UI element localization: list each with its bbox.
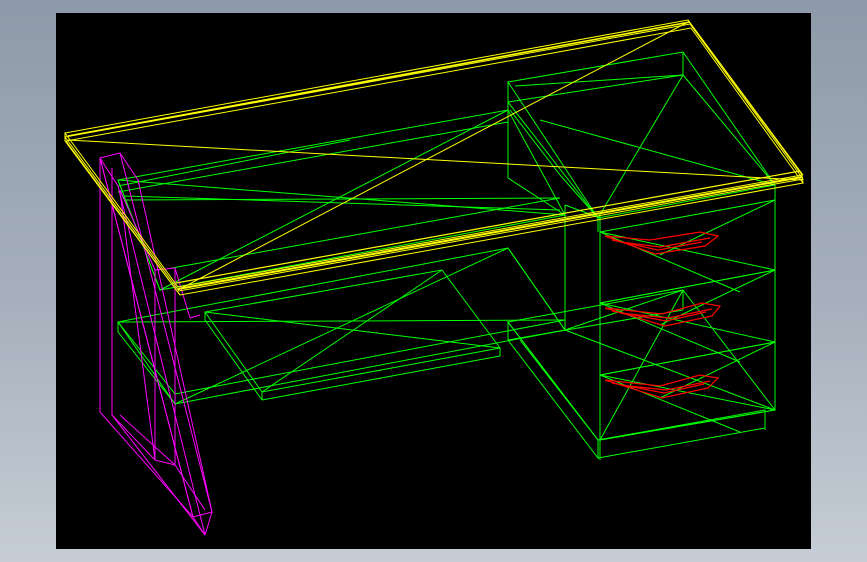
desk-wireframe-drawing	[64, 19, 804, 536]
desk-body-wireframe	[117, 51, 776, 460]
cad-wireframe-viewport[interactable]	[56, 13, 811, 549]
tabletop	[64, 19, 804, 296]
drawer-handle-middle	[604, 302, 722, 327]
